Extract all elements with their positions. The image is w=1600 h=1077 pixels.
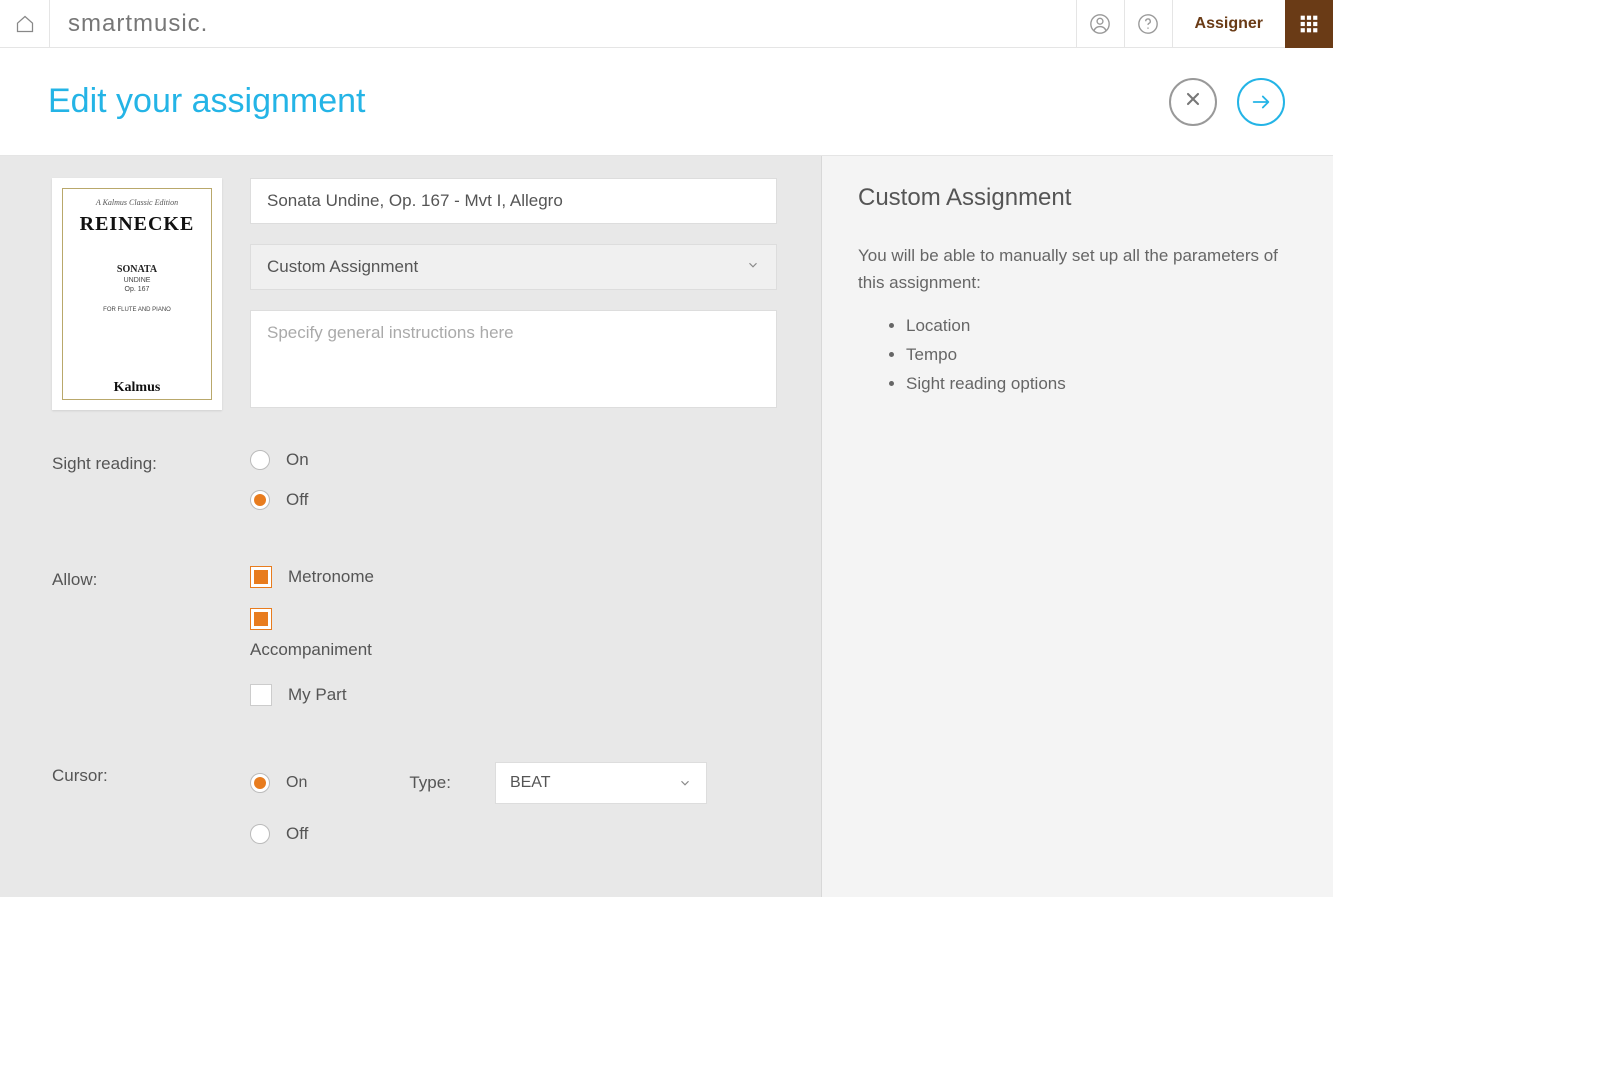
help-button[interactable] [1124, 0, 1172, 48]
role-label[interactable]: Assigner [1172, 0, 1285, 48]
score-cover: A Kalmus Classic Edition REINECKE SONATA… [52, 178, 222, 410]
allow-metronome-label: Metronome [288, 567, 374, 587]
allow-mypart-label: My Part [288, 685, 347, 705]
cursor-type-value: BEAT [510, 774, 551, 792]
instructions-textarea[interactable] [250, 310, 777, 408]
assignment-type-select[interactable]: Custom Assignment [250, 244, 777, 290]
right-panel: Custom Assignment You will be able to ma… [822, 156, 1333, 897]
apps-grid-icon [1299, 14, 1319, 34]
allow-accompaniment-row [250, 608, 777, 630]
cover-publisher: Kalmus [114, 380, 161, 396]
chevron-down-icon [678, 776, 692, 790]
assignment-type-value: Custom Assignment [267, 257, 418, 277]
home-button[interactable] [0, 0, 50, 48]
brand-logo: smartmusic. [50, 10, 1076, 38]
cursor-off-row: Off [250, 824, 777, 844]
cursor-section: Cursor: On Type: BEAT Off [52, 762, 777, 844]
help-icon [1137, 13, 1159, 35]
subheader: Edit your assignment [0, 48, 1333, 156]
main: A Kalmus Classic Edition REINECKE SONATA… [0, 156, 1333, 897]
allow-mypart-checkbox[interactable] [250, 684, 272, 706]
assignment-title-input[interactable] [250, 178, 777, 224]
sight-reading-label: Sight reading: [52, 450, 250, 530]
assignment-top-row: A Kalmus Classic Edition REINECKE SONATA… [52, 178, 777, 410]
topbar: smartmusic. Assigner [0, 0, 1333, 48]
allow-accompaniment-label: Accompaniment [250, 640, 777, 660]
allow-mypart-row: My Part [250, 684, 777, 706]
cursor-type-select[interactable]: BEAT [495, 762, 707, 804]
cursor-off-label: Off [286, 824, 308, 844]
sight-reading-controls: On Off [250, 450, 777, 530]
allow-controls: Metronome Accompaniment My Part [250, 566, 777, 726]
sight-reading-on-radio[interactable] [250, 450, 270, 470]
sight-reading-on-label: On [286, 450, 309, 470]
home-icon [15, 14, 35, 34]
user-icon [1089, 13, 1111, 35]
cursor-type-label: Type: [409, 773, 451, 793]
next-button[interactable] [1237, 78, 1285, 126]
cursor-controls: On Type: BEAT Off [250, 762, 777, 844]
close-button[interactable] [1169, 78, 1217, 126]
cursor-label: Cursor: [52, 762, 250, 844]
right-description: You will be able to manually set up all … [858, 242, 1297, 296]
sight-reading-section: Sight reading: On Off [52, 450, 777, 530]
allow-metronome-checkbox[interactable] [250, 566, 272, 588]
right-parameters-list: Location Tempo Sight reading options [858, 312, 1297, 399]
list-item: Sight reading options [906, 370, 1297, 399]
sight-reading-off-row: Off [250, 490, 777, 510]
allow-section: Allow: Metronome Accompaniment My Part [52, 566, 777, 726]
cover-border [62, 188, 212, 400]
close-icon [1183, 89, 1203, 114]
allow-label: Allow: [52, 566, 250, 726]
sight-reading-off-label: Off [286, 490, 308, 510]
arrow-right-icon [1250, 91, 1272, 113]
chevron-down-icon [746, 257, 760, 277]
list-item: Location [906, 312, 1297, 341]
left-panel: A Kalmus Classic Edition REINECKE SONATA… [0, 156, 822, 897]
sight-reading-on-row: On [250, 450, 777, 470]
right-heading: Custom Assignment [858, 184, 1297, 212]
allow-metronome-row: Metronome [250, 566, 777, 588]
cursor-on-label: On [286, 774, 307, 792]
list-item: Tempo [906, 341, 1297, 370]
apps-menu-button[interactable] [1285, 0, 1333, 48]
account-button[interactable] [1076, 0, 1124, 48]
cursor-on-row: On Type: BEAT [250, 762, 777, 804]
cursor-on-radio[interactable] [250, 773, 270, 793]
page-title: Edit your assignment [48, 82, 1149, 121]
allow-accompaniment-checkbox[interactable] [250, 608, 272, 630]
sight-reading-off-radio[interactable] [250, 490, 270, 510]
cursor-off-radio[interactable] [250, 824, 270, 844]
assignment-fields: Custom Assignment [250, 178, 777, 410]
